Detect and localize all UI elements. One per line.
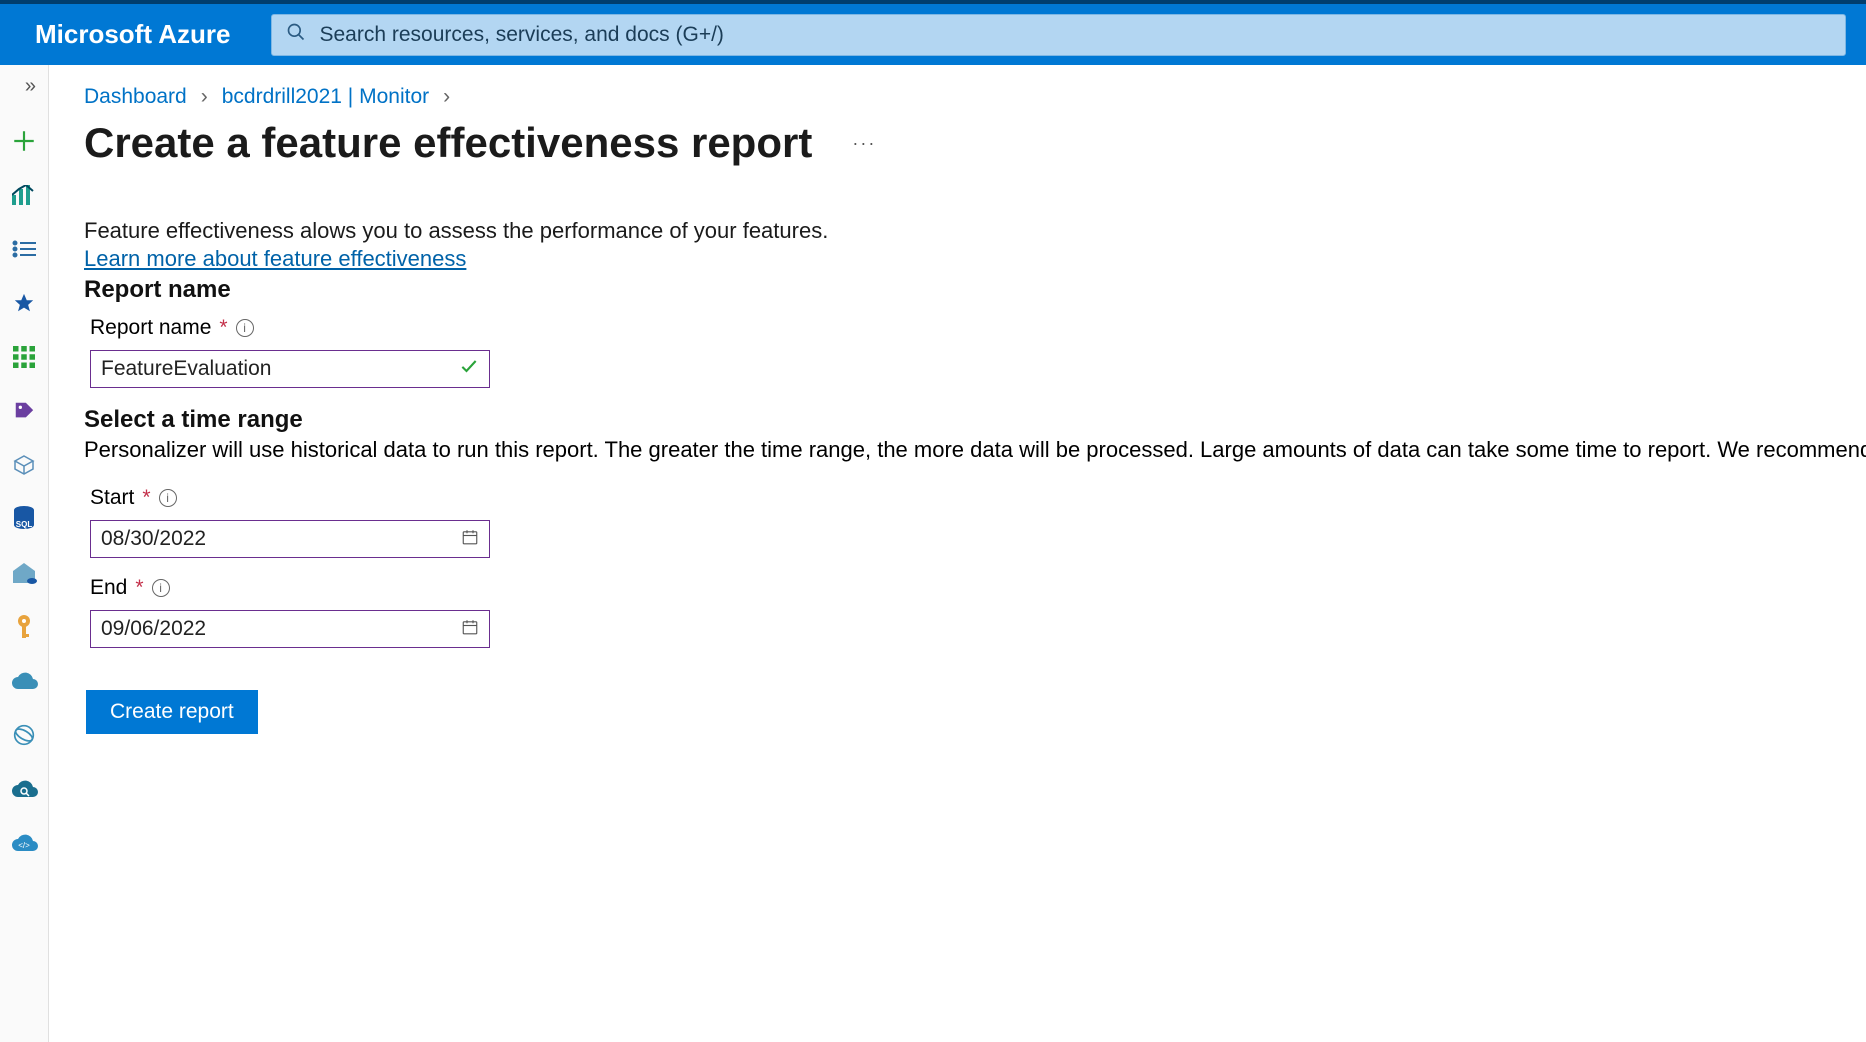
report-name-label: Report name [90,316,211,340]
expand-sidebar-icon[interactable]: » [25,75,36,103]
star-icon[interactable] [0,287,48,319]
report-name-field-wrap [90,350,490,388]
create-report-button[interactable]: Create report [86,690,258,734]
page-description: Feature effectiveness alows you to asses… [84,217,1866,246]
cloud-icon[interactable] [0,665,48,697]
info-icon[interactable]: i [152,579,170,597]
chevron-right-icon: › [201,85,208,109]
chevron-right-icon: › [443,85,450,109]
page-title: Create a feature effectiveness report [84,119,812,167]
required-star-icon: * [219,316,227,340]
key-icon[interactable] [0,611,48,643]
plus-icon[interactable] [0,125,48,157]
calendar-icon[interactable] [461,528,479,551]
breadcrumb-dashboard[interactable]: Dashboard [84,85,187,109]
report-name-heading: Report name [84,276,1866,304]
info-icon[interactable]: i [159,489,177,507]
start-date-input[interactable] [101,527,451,551]
cloud-code-icon[interactable]: </> [0,827,48,859]
svg-text:</>: </> [18,841,30,850]
required-star-icon: * [142,486,150,510]
breadcrumb: Dashboard › bcdrdrill2021 | Monitor › [84,85,1866,109]
more-actions-icon[interactable]: ··· [852,133,876,154]
building-icon[interactable] [0,557,48,589]
svg-text:SQL: SQL [16,520,33,529]
time-range-description: Personalizer will use historical data to… [84,436,1866,465]
start-date-field-wrap [90,520,490,558]
check-icon [459,356,479,381]
info-icon[interactable]: i [236,319,254,337]
compass-icon[interactable] [0,719,48,751]
chart-icon[interactable] [0,179,48,211]
main-content: Dashboard › bcdrdrill2021 | Monitor › Cr… [49,65,1866,1042]
sql-icon[interactable]: SQL [0,503,48,535]
end-date-input[interactable] [101,617,451,641]
list-icon[interactable] [0,233,48,265]
cube-icon[interactable] [0,449,48,481]
left-sidebar: » SQL [0,65,49,1042]
report-name-input[interactable] [101,357,449,381]
tag-icon[interactable] [0,395,48,427]
required-star-icon: * [135,576,143,600]
end-date-label: End [90,576,127,600]
start-date-label: Start [90,486,134,510]
search-input[interactable] [320,23,1832,47]
cloud-search-icon[interactable] [0,773,48,805]
time-range-heading: Select a time range [84,406,1866,434]
brand-logo[interactable]: Microsoft Azure [35,19,231,50]
search-box[interactable] [271,14,1847,56]
grid-icon[interactable] [0,341,48,373]
learn-more-link[interactable]: Learn more about feature effectiveness [84,246,466,271]
search-icon [286,22,306,47]
breadcrumb-resource[interactable]: bcdrdrill2021 | Monitor [222,85,429,109]
top-bar: Microsoft Azure [0,0,1866,65]
calendar-icon[interactable] [461,618,479,641]
end-date-field-wrap [90,610,490,648]
